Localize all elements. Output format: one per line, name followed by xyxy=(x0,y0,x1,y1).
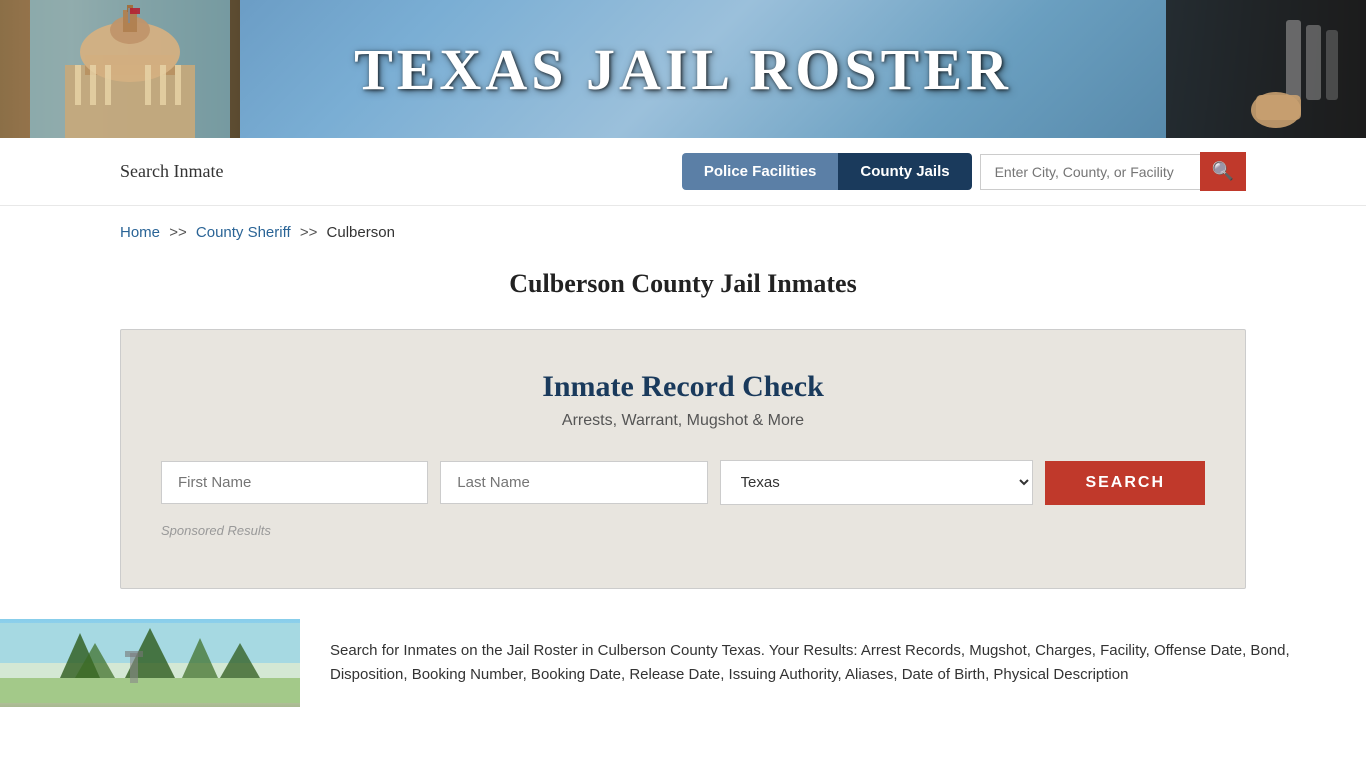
bottom-image xyxy=(0,619,300,707)
nav-bar: Search Inmate Police Facilities County J… xyxy=(0,138,1366,206)
sponsored-results-label: Sponsored Results xyxy=(161,523,1205,538)
breadcrumb-current: Culberson xyxy=(327,224,395,241)
nav-search-wrap: 🔍 xyxy=(980,152,1246,191)
bottom-text-block: Search for Inmates on the Jail Roster in… xyxy=(300,619,1366,707)
search-icon: 🔍 xyxy=(1212,161,1234,182)
record-search-button[interactable]: SEARCH xyxy=(1045,461,1205,505)
breadcrumb-sep-2: >> xyxy=(300,224,318,241)
nav-search-button[interactable]: 🔍 xyxy=(1200,152,1246,191)
last-name-input[interactable] xyxy=(440,461,707,504)
breadcrumb: Home >> County Sheriff >> Culberson xyxy=(0,206,1366,251)
keys-icon xyxy=(1166,0,1366,138)
nav-search-input[interactable] xyxy=(980,154,1200,190)
capitol-dome-icon xyxy=(30,0,230,138)
first-name-input[interactable] xyxy=(161,461,428,504)
record-check-form: AlabamaAlaskaArizonaArkansasCaliforniaCo… xyxy=(161,460,1205,505)
landscape-icon xyxy=(0,623,300,703)
police-facilities-button[interactable]: Police Facilities xyxy=(682,153,839,190)
record-check-title: Inmate Record Check xyxy=(161,370,1205,404)
page-title-wrap: Culberson County Jail Inmates xyxy=(0,251,1366,329)
breadcrumb-sep-1: >> xyxy=(169,224,187,241)
breadcrumb-county-sheriff-link[interactable]: County Sheriff xyxy=(196,224,291,241)
bottom-description: Search for Inmates on the Jail Roster in… xyxy=(330,642,1290,683)
state-select[interactable]: AlabamaAlaskaArizonaArkansasCaliforniaCo… xyxy=(720,460,1034,505)
page-title: Culberson County Jail Inmates xyxy=(0,269,1366,299)
nav-right: Police Facilities County Jails 🔍 xyxy=(682,152,1246,191)
record-check-container: Inmate Record Check Arrests, Warrant, Mu… xyxy=(120,329,1246,589)
nav-left: Search Inmate xyxy=(120,161,223,182)
search-inmate-label: Search Inmate xyxy=(120,161,223,181)
record-check-subtitle: Arrests, Warrant, Mugshot & More xyxy=(161,412,1205,430)
breadcrumb-home-link[interactable]: Home xyxy=(120,224,160,241)
county-jails-button[interactable]: County Jails xyxy=(838,153,971,190)
header-banner: Texas Jail Roster xyxy=(0,0,1366,138)
bottom-section: Search for Inmates on the Jail Roster in… xyxy=(0,619,1366,707)
banner-title: Texas Jail Roster xyxy=(354,36,1012,103)
